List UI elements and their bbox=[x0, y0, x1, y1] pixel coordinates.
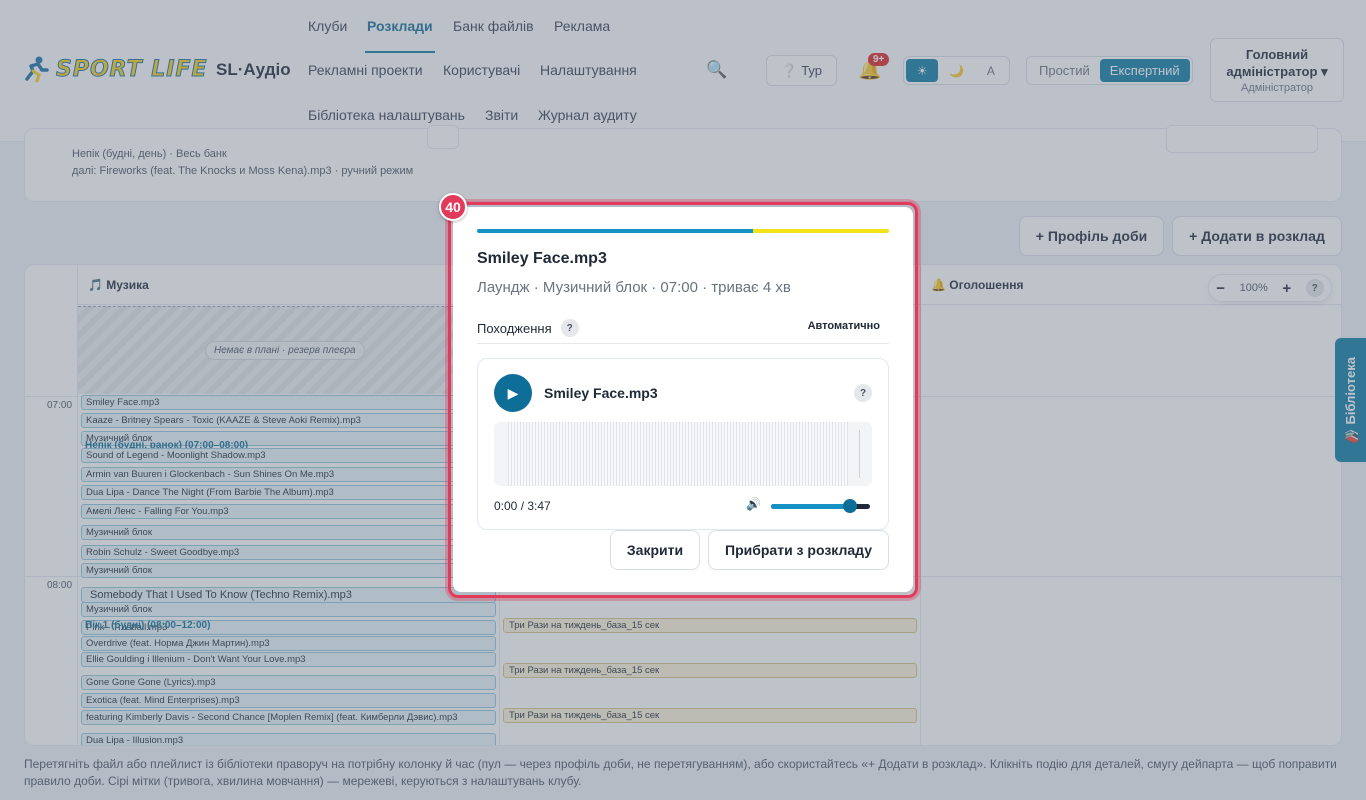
origin-label: Походження bbox=[477, 320, 552, 336]
volume-icon[interactable]: 🔊 bbox=[746, 497, 761, 511]
category-stripe bbox=[477, 229, 889, 233]
waveform-cursor bbox=[859, 430, 860, 478]
waveform[interactable] bbox=[494, 422, 872, 486]
player-help-icon[interactable]: ? bbox=[854, 384, 872, 402]
volume-fill bbox=[771, 504, 851, 509]
close-button[interactable]: Закрити bbox=[610, 530, 700, 570]
dialog-subtitle: Лаундж · Музичний блок · 07:00 · триває … bbox=[477, 279, 791, 296]
event-details-dialog: Smiley Face.mp3 Лаундж · Музичний блок ·… bbox=[453, 207, 913, 592]
origin-value: Автоматично bbox=[807, 320, 880, 332]
divider bbox=[477, 343, 889, 344]
remove-from-schedule-button[interactable]: Прибрати з розкладу bbox=[708, 530, 889, 570]
origin-row: Походження ? bbox=[477, 319, 579, 337]
help-icon[interactable]: ? bbox=[560, 319, 579, 337]
tour-step-badge: 40 bbox=[439, 193, 467, 221]
player-time: 0:00 / 3:47 bbox=[494, 499, 551, 513]
player-track-title: Smiley Face.mp3 bbox=[544, 385, 658, 401]
play-icon[interactable]: ▶ bbox=[494, 374, 532, 412]
dialog-title: Smiley Face.mp3 bbox=[477, 250, 607, 267]
volume-slider[interactable] bbox=[771, 499, 870, 513]
volume-knob[interactable] bbox=[843, 499, 858, 513]
audio-player: ▶ Smiley Face.mp3 ? 0:00 / 3:47 🔊 bbox=[477, 358, 889, 530]
waveform-bars bbox=[508, 422, 848, 486]
